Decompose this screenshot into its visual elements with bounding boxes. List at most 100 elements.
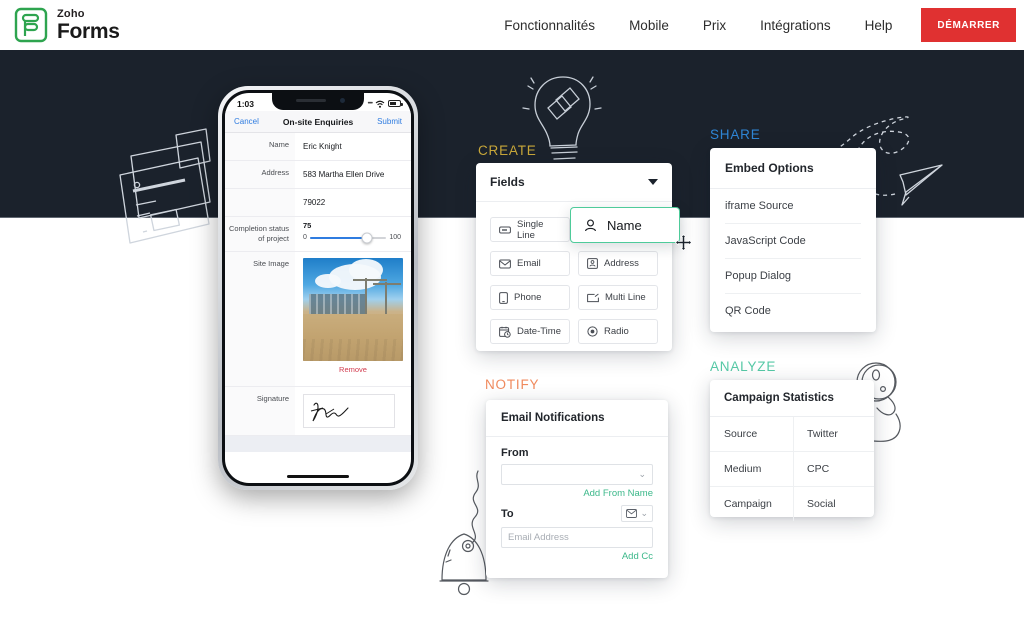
to-email-input[interactable]: Email Address bbox=[501, 527, 653, 548]
front-camera bbox=[340, 98, 345, 103]
field-value-address-line1[interactable]: 583 Martha Ellen Drive bbox=[295, 161, 411, 188]
earpiece-speaker bbox=[296, 99, 326, 102]
chevron-down-icon[interactable] bbox=[648, 179, 658, 185]
nav-item-help[interactable]: Help bbox=[848, 18, 910, 33]
form-spacer bbox=[225, 436, 411, 453]
phone-screen: 1:03 •••• Cancel On-site Enquiries Submi… bbox=[225, 93, 411, 483]
slider-min-label: 0 bbox=[303, 234, 307, 241]
brand-text: Zoho Forms bbox=[57, 8, 120, 43]
field-chip-label: Single Line bbox=[517, 218, 544, 241]
single-line-icon bbox=[499, 226, 511, 233]
field-value-address-line2[interactable]: 79022 bbox=[295, 189, 411, 216]
form-row-address-line2: 79022 bbox=[225, 189, 411, 217]
completion-value: 75 bbox=[303, 221, 312, 230]
completion-slider[interactable]: 0 100 bbox=[303, 232, 401, 243]
field-chip-multi-line[interactable]: Multi Line bbox=[578, 285, 658, 310]
radio-button-icon bbox=[587, 326, 598, 337]
user-icon bbox=[585, 219, 596, 231]
embed-options-card: Embed Options iframe Source JavaScript C… bbox=[710, 148, 876, 332]
field-chip-address[interactable]: Address bbox=[578, 251, 658, 276]
brand-logo[interactable]: Zoho Forms bbox=[14, 7, 120, 43]
address-card-icon bbox=[587, 258, 598, 269]
stats-table: Source Twitter Medium CPC Campaign Socia… bbox=[710, 417, 874, 521]
field-chip-date-time[interactable]: Date-Time bbox=[490, 319, 570, 344]
stats-card-header: Campaign Statistics bbox=[710, 380, 874, 417]
field-chip-label: Phone bbox=[514, 292, 542, 303]
email-notifications-card: Email Notifications From ⌄ Add From Name… bbox=[486, 400, 668, 578]
embed-option-qr-code[interactable]: QR Code bbox=[725, 294, 861, 328]
to-type-selector[interactable]: ⌄ bbox=[621, 505, 653, 522]
embed-option-javascript-code[interactable]: JavaScript Code bbox=[725, 224, 861, 259]
home-indicator bbox=[287, 475, 349, 478]
status-time: 1:03 bbox=[237, 98, 255, 109]
move-cursor-icon bbox=[675, 234, 692, 251]
field-value-signature bbox=[295, 387, 411, 435]
field-chip-label: Email bbox=[517, 258, 541, 269]
crane-mast bbox=[365, 278, 367, 317]
slider-knob[interactable] bbox=[361, 232, 373, 243]
stat-key: Source bbox=[710, 417, 794, 451]
field-chip-label: Radio bbox=[604, 326, 629, 337]
field-label-name: Name bbox=[225, 133, 295, 160]
section-label-notify: NOTIFY bbox=[485, 377, 540, 392]
embed-option-iframe-source[interactable]: iframe Source bbox=[725, 189, 861, 224]
phone-mockup: 1:03 •••• Cancel On-site Enquiries Submi… bbox=[218, 86, 418, 490]
crane-jib bbox=[373, 283, 401, 285]
demarrer-button[interactable]: DÉMARRER bbox=[921, 8, 1016, 42]
form-row-address: Address 583 Martha Ellen Drive bbox=[225, 161, 411, 189]
building-windows bbox=[309, 294, 367, 317]
battery-icon bbox=[388, 100, 403, 107]
field-chip-radio[interactable]: Radio bbox=[578, 319, 658, 344]
main-nav: Fonctionnalités Mobile Prix Intégrations… bbox=[487, 0, 1024, 50]
wifi-icon bbox=[375, 100, 385, 108]
add-cc-link[interactable]: Add Cc bbox=[501, 551, 653, 562]
form-cancel-button[interactable]: Cancel bbox=[234, 117, 259, 126]
fields-card-title: Fields bbox=[490, 175, 525, 189]
field-value-site-image: Remove bbox=[295, 252, 411, 386]
field-label-address-blank bbox=[225, 189, 295, 216]
section-label-share: SHARE bbox=[710, 127, 761, 142]
form-title: On-site Enquiries bbox=[282, 116, 354, 127]
slider-track[interactable] bbox=[309, 232, 387, 243]
field-label-signature: Signature bbox=[225, 387, 295, 436]
add-from-name-link[interactable]: Add From Name bbox=[501, 488, 653, 499]
signature-stroke-icon bbox=[310, 402, 349, 422]
brand-product: Forms bbox=[57, 19, 120, 43]
phone-bezel: 1:03 •••• Cancel On-site Enquiries Submi… bbox=[222, 90, 414, 486]
chevron-down-icon: ⌄ bbox=[640, 508, 648, 518]
site-image-preview[interactable] bbox=[303, 258, 403, 362]
stat-value: CPC bbox=[807, 463, 830, 475]
nav-item-mobile[interactable]: Mobile bbox=[612, 18, 686, 33]
section-label-create: CREATE bbox=[478, 143, 537, 158]
multi-line-icon bbox=[587, 293, 599, 302]
nav-item-prix[interactable]: Prix bbox=[686, 18, 743, 33]
form-row-name: Name Eric Knight bbox=[225, 133, 411, 161]
field-chip-email[interactable]: Email bbox=[490, 251, 570, 276]
phone-notch bbox=[272, 93, 364, 110]
from-select[interactable]: ⌄ bbox=[501, 464, 653, 485]
form-submit-button[interactable]: Submit bbox=[225, 452, 411, 455]
field-chip-single-line[interactable]: Single Line bbox=[490, 217, 570, 242]
email-card-body: From ⌄ Add From Name To ⌄ Email Address … bbox=[486, 437, 668, 562]
nav-item-integrations[interactable]: Intégrations bbox=[743, 18, 848, 33]
stat-key: Medium bbox=[710, 452, 794, 486]
form-row-site-image: Site Image Remove bbox=[225, 252, 411, 388]
calendar-clock-icon bbox=[499, 326, 511, 338]
site-header: Zoho Forms Fonctionnalités Mobile Prix I… bbox=[0, 0, 1024, 50]
form-scroll-area[interactable]: Name Eric Knight Address 583 Martha Elle… bbox=[225, 133, 411, 455]
table-row: Source Twitter bbox=[710, 417, 874, 452]
to-label: To bbox=[501, 507, 514, 520]
signal-dots-icon: •••• bbox=[367, 100, 374, 107]
field-chip-name-dragging[interactable]: Name bbox=[570, 207, 680, 243]
to-row: To ⌄ bbox=[501, 505, 653, 522]
field-chip-phone[interactable]: Phone bbox=[490, 285, 570, 310]
embed-option-popup-dialog[interactable]: Popup Dialog bbox=[725, 259, 861, 294]
field-label-site-image: Site Image bbox=[225, 252, 295, 387]
remove-image-link[interactable]: Remove bbox=[303, 361, 403, 380]
signature-pad[interactable] bbox=[303, 394, 395, 429]
nav-item-fonctionnalites[interactable]: Fonctionnalités bbox=[487, 18, 612, 33]
field-value-name[interactable]: Eric Knight bbox=[295, 133, 411, 160]
status-icons: •••• bbox=[367, 100, 403, 108]
fields-card: Fields Single Line Email Address Phone M… bbox=[476, 163, 680, 351]
form-submit-link[interactable]: Submit bbox=[377, 117, 402, 126]
